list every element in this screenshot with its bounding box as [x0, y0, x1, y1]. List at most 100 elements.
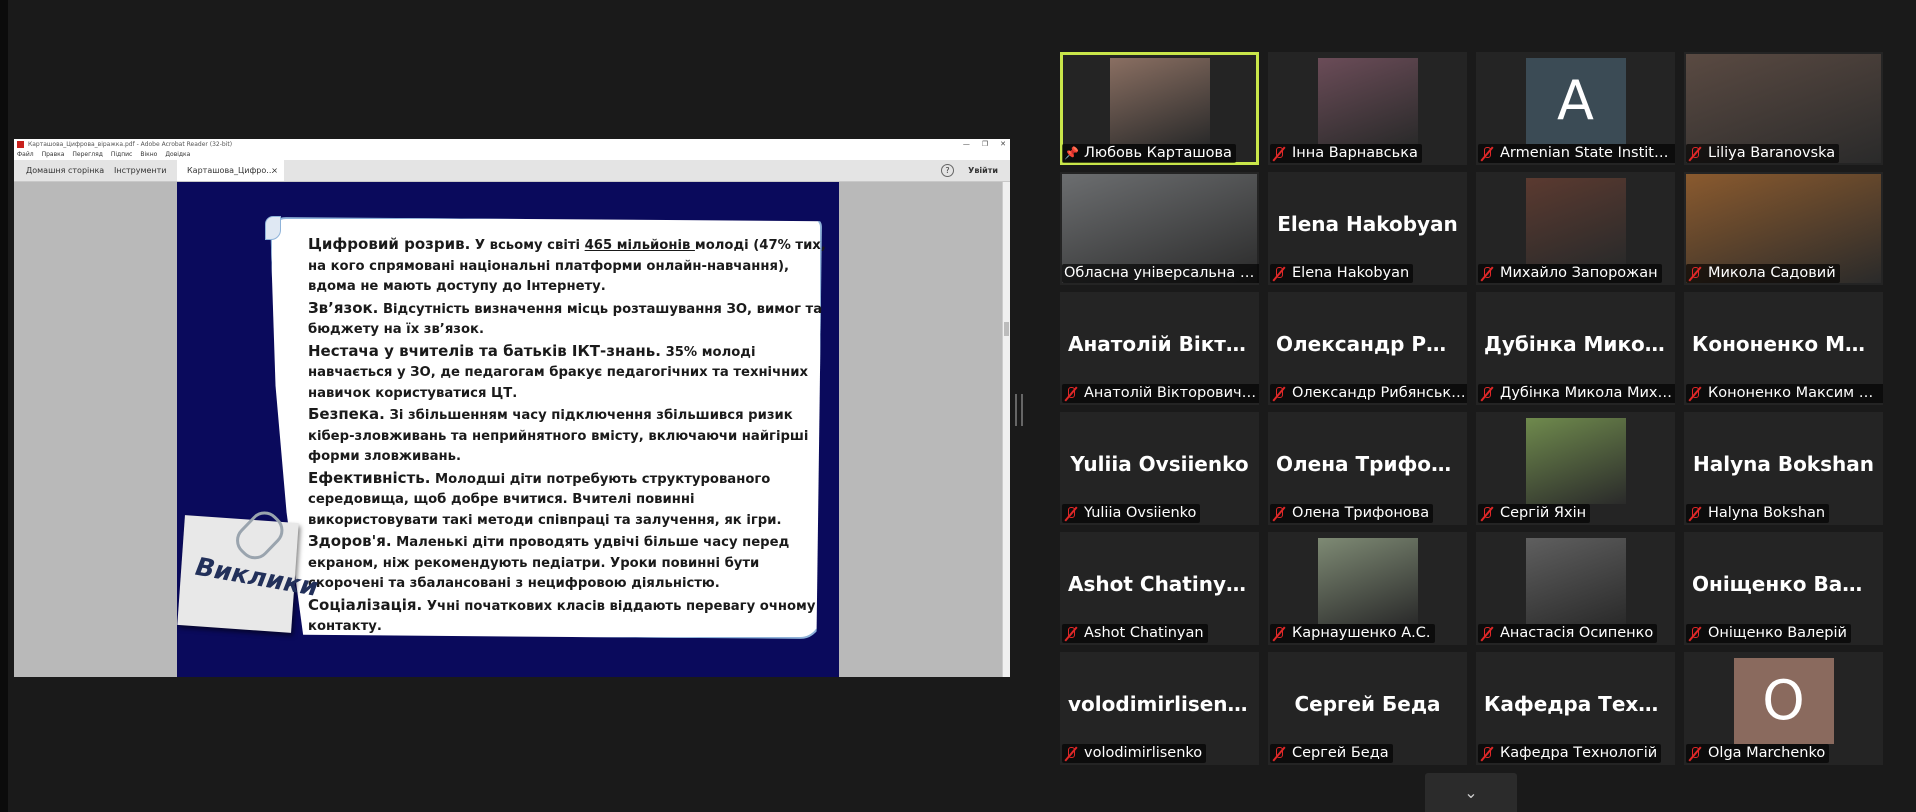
- slide-paragraph: Соціалізація. Учні початкових класів від…: [308, 595, 826, 638]
- participant-name-label: Сергій Яхін: [1478, 504, 1591, 523]
- muted-mic-icon: [1688, 266, 1702, 282]
- slide-body: У всьому світі: [470, 238, 585, 253]
- participant-name-label: Liliya Baranovska: [1686, 144, 1840, 163]
- participant-name: Анастасія Осипенко: [1500, 625, 1654, 641]
- participant-video: [1317, 58, 1418, 144]
- sign-in-button[interactable]: Увійти: [968, 160, 998, 181]
- menu-file[interactable]: Файл: [17, 150, 34, 160]
- participant-display-name: Yuliia Ovsiienko: [1070, 452, 1249, 476]
- participant-tile[interactable]: O Olga Marchenko: [1684, 652, 1883, 765]
- shared-screen: Карташова_Цифрова_віражка.pdf - Adobe Ac…: [14, 139, 1010, 677]
- menu-sign[interactable]: Підпис: [111, 150, 132, 160]
- participant-name: Карнаушенко А.С.: [1292, 625, 1431, 641]
- tab-tools[interactable]: Інструменти: [114, 160, 167, 181]
- muted-mic-icon: [1688, 626, 1702, 642]
- participant-tile[interactable]: Halyna Bokshan Halyna Bokshan: [1684, 412, 1883, 525]
- participant-tile[interactable]: Карнаушенко А.С.: [1268, 532, 1467, 645]
- participant-tile[interactable]: Оніщенко Вале... Оніщенко Валерій: [1684, 532, 1883, 645]
- menu-window[interactable]: Вікно: [140, 150, 157, 160]
- acrobat-titlebar: Карташова_Цифрова_віражка.pdf - Adobe Ac…: [14, 139, 1010, 150]
- tab-document-label: Карташова_Цифро...: [187, 166, 274, 175]
- participant-name: Ashot Chatinyan: [1084, 625, 1204, 641]
- menu-view[interactable]: Перегляд: [72, 150, 102, 160]
- participant-video: [1317, 538, 1418, 624]
- muted-mic-icon: [1064, 626, 1078, 642]
- participant-name-label: Інна Варнавська: [1270, 144, 1422, 163]
- participant-tile[interactable]: volodimirlisenko volodimirlisenko: [1060, 652, 1259, 765]
- slide-paragraph: Нестача у вчителів та батьків ІКТ-знань.…: [308, 341, 826, 405]
- participant-name: Кафедра Технологій: [1500, 745, 1658, 761]
- participant-tile[interactable]: Микола Садовий: [1684, 172, 1883, 285]
- participant-name-label: Armenian State Institut...: [1478, 144, 1675, 163]
- tab-bar: Домашня сторінка Інструменти Карташова_Ц…: [14, 160, 1010, 182]
- participant-tile[interactable]: Сергей Беда Сергей Беда: [1268, 652, 1467, 765]
- participant-video: [1525, 418, 1626, 504]
- participant-display-name: Оніщенко Вале...: [1692, 572, 1883, 596]
- participant-name: Yuliia Ovsiienko: [1084, 505, 1197, 521]
- participant-tile[interactable]: Elena Hakobyan Elena Hakobyan: [1268, 172, 1467, 285]
- muted-mic-icon: [1272, 626, 1286, 642]
- avatar: A: [1525, 58, 1626, 144]
- tab-close-icon[interactable]: ×: [271, 160, 278, 181]
- participant-name: Олександр Рибянський: [1292, 385, 1467, 401]
- participant-tile[interactable]: Михайло Запорожан: [1476, 172, 1675, 285]
- participant-name: Дубінка Микола Миха...: [1500, 385, 1675, 401]
- participant-tile[interactable]: Yuliia Ovsiienko Yuliia Ovsiienko: [1060, 412, 1259, 525]
- participant-tile[interactable]: Сергій Яхін: [1476, 412, 1675, 525]
- muted-mic-icon: [1272, 746, 1286, 762]
- close-window-button[interactable]: ✕: [1000, 139, 1006, 150]
- participant-display-name: Олена Трифон...: [1276, 452, 1467, 476]
- participant-tile[interactable]: Олександр Риб... Олександр Рибянський: [1268, 292, 1467, 405]
- slide-heading: Соціалізація.: [308, 595, 423, 614]
- participant-name-label: Elena Hakobyan: [1270, 264, 1414, 283]
- muted-mic-icon: [1480, 626, 1494, 642]
- document-area[interactable]: Цифровий розрив. У всьому світі 465 міль…: [14, 182, 1010, 677]
- participant-name-label: Обласна універсальна на...: [1062, 264, 1259, 283]
- participant-name-label: Анастасія Осипенко: [1478, 624, 1658, 643]
- participant-tile[interactable]: A Armenian State Institut...: [1476, 52, 1675, 165]
- maximize-button[interactable]: ❐: [982, 139, 988, 150]
- scrollbar-thumb[interactable]: [1004, 322, 1009, 336]
- slide-text: Цифровий розрив. У всьому світі 465 міль…: [308, 234, 826, 638]
- participant-tile[interactable]: Дубінка Микол... Дубінка Микола Миха...: [1476, 292, 1675, 405]
- gallery-page-down-button[interactable]: ⌄: [1425, 773, 1517, 812]
- muted-mic-icon: [1480, 506, 1494, 522]
- window-title: Карташова_Цифрова_віражка.pdf - Adobe Ac…: [28, 141, 233, 148]
- participant-tile[interactable]: 📌 Любовь Карташова: [1060, 52, 1259, 165]
- muted-mic-icon: [1688, 506, 1702, 522]
- participant-name-label: Микола Садовий: [1686, 264, 1840, 283]
- participant-name: Armenian State Institut...: [1500, 145, 1675, 161]
- muted-mic-icon: [1480, 146, 1494, 162]
- slide-underlined-figure: 465 мільйонів: [584, 238, 695, 253]
- participant-tile[interactable]: Ashot Chatinyan Ashot Chatinyan: [1060, 532, 1259, 645]
- participant-display-name: Сергей Беда: [1294, 692, 1441, 716]
- tab-document[interactable]: Карташова_Цифро... ×: [177, 160, 284, 181]
- pin-icon: 📌: [1064, 146, 1079, 160]
- slide-paragraph: Ефективність. Молодші діти потребують ст…: [308, 468, 826, 532]
- participant-name-label: Сергей Беда: [1270, 744, 1393, 763]
- tab-home[interactable]: Домашня сторінка: [26, 160, 104, 181]
- participant-tile[interactable]: Liliya Baranovska: [1684, 52, 1883, 165]
- participant-tile[interactable]: Інна Варнавська: [1268, 52, 1467, 165]
- menu-bar: Файл Правка Перегляд Підпис Вікно Довідк…: [14, 150, 1010, 160]
- vertical-scrollbar[interactable]: [1002, 182, 1010, 677]
- participant-name-label: Кононенко Максим М...: [1686, 384, 1883, 403]
- help-icon[interactable]: ?: [941, 164, 954, 177]
- participant-tile[interactable]: Обласна універсальна на...: [1060, 172, 1259, 285]
- menu-help[interactable]: Довідка: [165, 150, 190, 160]
- participant-tile[interactable]: Анастасія Осипенко: [1476, 532, 1675, 645]
- participant-video: [1109, 58, 1210, 144]
- participant-display-name: Кафедра Техно...: [1484, 692, 1675, 716]
- muted-mic-icon: [1480, 266, 1494, 282]
- participant-name: volodimirlisenko: [1084, 745, 1203, 761]
- participant-tile[interactable]: Олена Трифон... Олена Трифонова: [1268, 412, 1467, 525]
- split-drag-handle[interactable]: [1015, 394, 1023, 426]
- slide-heading: Ефективність.: [308, 468, 431, 487]
- participant-tile[interactable]: Кафедра Техно... Кафедра Технологій: [1476, 652, 1675, 765]
- slide-heading: Зв’язок.: [308, 298, 379, 317]
- minimize-button[interactable]: —: [963, 139, 970, 150]
- participant-tile[interactable]: Анатолій Вікто... Анатолій Вікторович ...: [1060, 292, 1259, 405]
- participant-tile[interactable]: Кононенко Ма... Кононенко Максим М...: [1684, 292, 1883, 405]
- menu-edit[interactable]: Правка: [42, 150, 65, 160]
- participant-display-name: Дубінка Микол...: [1484, 332, 1675, 356]
